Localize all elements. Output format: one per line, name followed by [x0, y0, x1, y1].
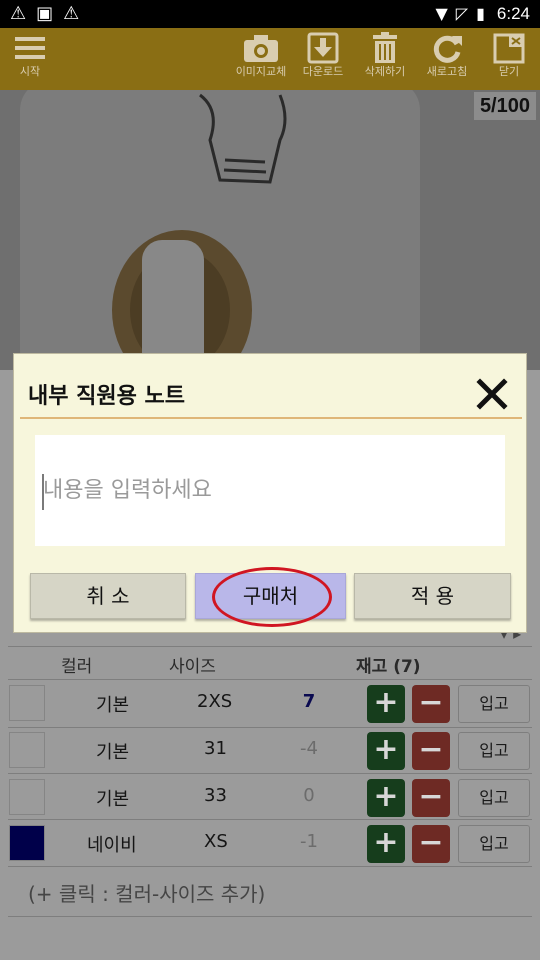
download-button[interactable]: 다운로드 — [293, 32, 353, 88]
close-window-icon — [493, 33, 525, 64]
size-value: 31 — [204, 738, 227, 759]
camera-icon — [244, 35, 278, 62]
table-divider — [8, 916, 532, 917]
text-cursor — [42, 474, 44, 510]
color-swatch[interactable] — [9, 732, 45, 768]
decrease-button[interactable]: − — [412, 825, 450, 863]
color-name: 기본 — [96, 742, 130, 763]
size-value: XS — [204, 831, 228, 852]
refresh-button[interactable]: 새로고침 — [417, 32, 477, 88]
color-swatch[interactable] — [9, 825, 45, 861]
color-header: 컬러 — [61, 657, 93, 677]
inventory-header: 컬러 사이즈 재고 (7) — [0, 652, 540, 680]
hamburger-icon — [15, 37, 45, 59]
cancel-button[interactable]: 취 소 — [30, 573, 186, 619]
refresh-icon — [433, 35, 462, 63]
stock-in-button[interactable]: 입고 — [458, 825, 530, 863]
decrease-button[interactable]: − — [412, 685, 450, 723]
delete-label: 삭제하기 — [364, 65, 406, 78]
table-row: 기본 33 0 + − 입고 — [0, 775, 540, 819]
color-name: 기본 — [96, 789, 130, 810]
table-divider — [8, 819, 532, 820]
table-divider — [8, 773, 532, 774]
table-row: 기본 31 -4 + − 입고 — [0, 728, 540, 772]
signal-off-icon: ◸ — [455, 4, 469, 23]
product-photo[interactable] — [0, 90, 540, 370]
increase-button[interactable]: + — [367, 779, 405, 817]
stock-in-button[interactable]: 입고 — [458, 685, 530, 723]
menu-label: 시작 — [19, 65, 41, 78]
size-value: 2XS — [197, 691, 233, 712]
refresh-label: 새로고침 — [426, 65, 468, 78]
download-label: 다운로드 — [302, 65, 344, 78]
status-bar: ⚠ ▣ ⚠ ▼ ◸ ▮ 6:24 — [0, 0, 540, 28]
close-icon[interactable] — [476, 378, 508, 410]
image-counter: 5/100 — [473, 92, 536, 120]
stock-qty: -1 — [300, 831, 318, 852]
menu-button[interactable]: 시작 — [0, 32, 60, 88]
apply-button[interactable]: 적 용 — [354, 573, 511, 619]
delete-button[interactable]: 삭제하기 — [355, 32, 415, 88]
stock-qty: 0 — [303, 785, 315, 806]
dialog-title: 내부 직원용 노트 — [28, 384, 185, 409]
stock-in-button[interactable]: 입고 — [458, 779, 530, 817]
image-icon: ▣ — [36, 3, 54, 24]
stock-qty: -4 — [300, 738, 318, 759]
table-row: 네이비 XS -1 + − 입고 — [0, 821, 540, 865]
increase-button[interactable]: + — [367, 685, 405, 723]
decrease-button[interactable]: − — [412, 779, 450, 817]
highlight-ring — [212, 567, 332, 627]
color-name: 네이비 — [87, 835, 137, 856]
table-row: 기본 2XS 7 + − 입고 — [0, 681, 540, 725]
battery-icon: ▮ — [476, 4, 485, 23]
table-divider — [8, 679, 532, 680]
color-swatch[interactable] — [9, 779, 45, 815]
decrease-button[interactable]: − — [412, 732, 450, 770]
staff-note-dialog: 내부 직원용 노트 취 소 구매처 적 용 — [13, 353, 527, 633]
increase-button[interactable]: + — [367, 732, 405, 770]
close-window-button[interactable]: 닫기 — [479, 32, 539, 88]
warning-icon: ⚠ — [10, 3, 27, 24]
add-color-size-hint[interactable]: (+ 클릭 : 컬러-사이즈 추가) — [28, 878, 265, 907]
top-toolbar: 시작 이미지교체 다운로드 삭제하기 새로고침 닫기 — [0, 28, 540, 90]
wifi-icon: ▼ — [435, 4, 448, 23]
increase-button[interactable]: + — [367, 825, 405, 863]
arm-shape — [142, 240, 204, 370]
table-divider — [8, 646, 532, 647]
replace-image-label: 이미지교체 — [235, 65, 287, 78]
stock-header: 재고 (7) — [356, 657, 421, 677]
replace-image-button[interactable]: 이미지교체 — [231, 32, 291, 88]
color-swatch[interactable] — [9, 685, 45, 721]
size-value: 33 — [204, 785, 227, 806]
close-window-label: 닫기 — [498, 65, 520, 78]
shirt-print-graphic — [199, 93, 287, 184]
title-divider — [20, 417, 522, 419]
color-name: 기본 — [96, 695, 130, 716]
clock: 6:24 — [496, 4, 530, 23]
download-icon — [307, 32, 339, 64]
stock-in-button[interactable]: 입고 — [458, 732, 530, 770]
warning-icon: ⚠ — [63, 3, 80, 24]
size-header: 사이즈 — [169, 657, 216, 677]
trash-icon — [373, 32, 397, 63]
note-input[interactable] — [35, 435, 505, 546]
table-divider — [8, 866, 532, 867]
stock-qty: 7 — [302, 691, 316, 712]
